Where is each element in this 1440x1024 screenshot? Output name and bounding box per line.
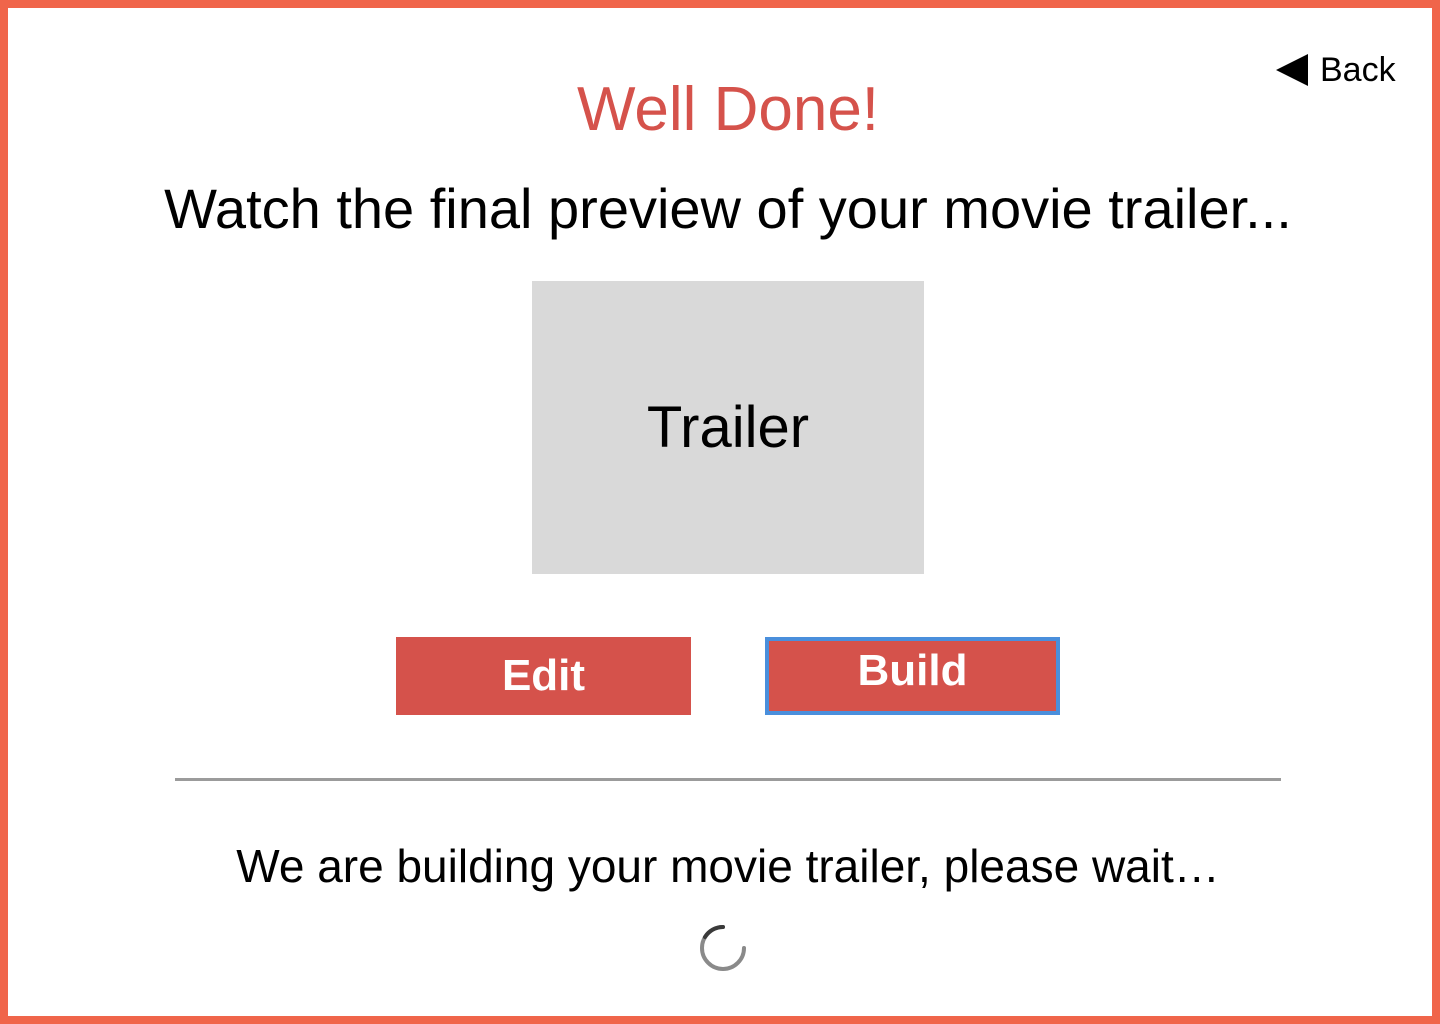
loading-spinner-icon: [700, 924, 746, 971]
build-button[interactable]: Build: [765, 637, 1060, 715]
page-subtitle: Watch the final preview of your movie tr…: [164, 177, 1292, 240]
edit-button[interactable]: Edit: [396, 637, 691, 715]
status-message: We are building your movie trailer, plea…: [236, 840, 1220, 892]
page-title: Well Done!: [576, 75, 880, 144]
divider: [175, 778, 1281, 781]
app-frame: Back Well Done! Watch the final preview …: [0, 0, 1440, 1024]
trailer-preview[interactable]: Trailer: [532, 281, 924, 574]
trailer-preview-label: Trailer: [646, 395, 810, 460]
